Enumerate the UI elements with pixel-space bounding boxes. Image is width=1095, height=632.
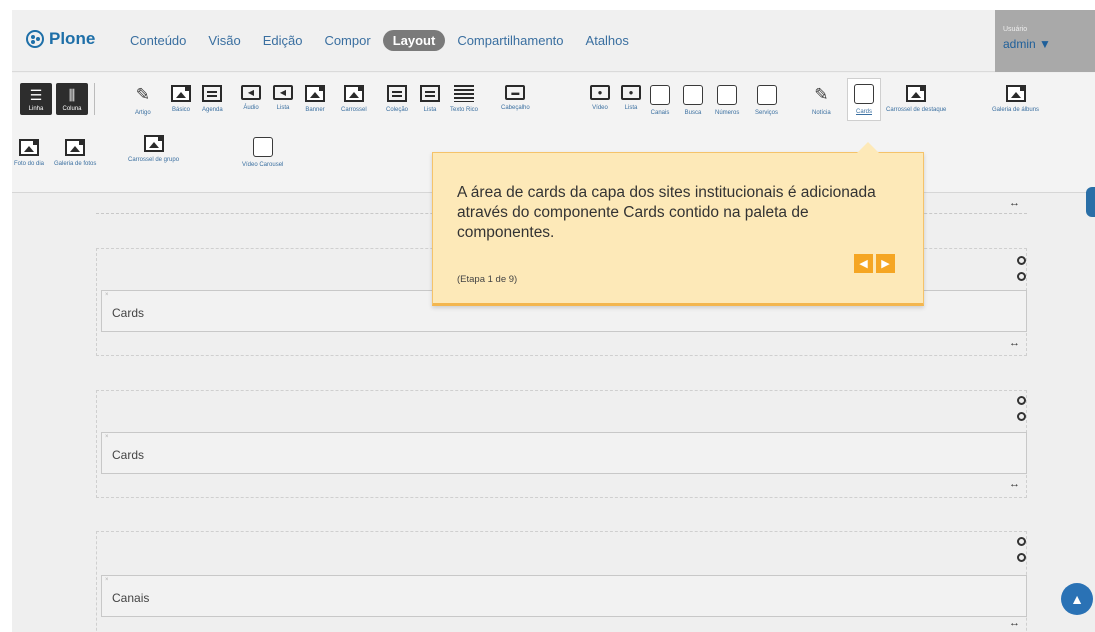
list-icon [420, 85, 440, 102]
move-handle-icon[interactable]: ↔ [1009, 197, 1020, 209]
tile-servicos[interactable]: Serviços [755, 85, 778, 116]
video-icon: ● [590, 85, 610, 100]
tile-galeria-fotos[interactable]: Galeria de fotos [54, 139, 96, 167]
tile-noticia[interactable]: ✎ Notícia [812, 85, 831, 116]
search-icon [683, 85, 703, 105]
user-name[interactable]: admin ▼ [1003, 37, 1051, 51]
tile-carrossel-destaque[interactable]: Carrossel de destaque [886, 85, 946, 113]
main-menu: Conteúdo Visão Edição Compor Layout Comp… [120, 30, 641, 51]
user-menu[interactable]: Usuário admin ▼ [995, 10, 1095, 72]
move-handle-icon[interactable]: ↔ [1009, 617, 1020, 629]
audio-icon: ◀ [241, 85, 261, 100]
numbers-icon [717, 85, 738, 105]
row-settings-icon[interactable] [1017, 256, 1026, 265]
column-settings-icon[interactable] [1017, 412, 1026, 421]
tile-cabecalho[interactable]: ▬ Cabeçalho [501, 85, 530, 111]
menu-item-compor[interactable]: Compor [314, 30, 380, 51]
side-panel-handle[interactable] [1086, 187, 1095, 217]
video-list-icon: ● [621, 85, 641, 100]
columns-icon: ⫼ Coluna [56, 83, 88, 115]
tile-colecao[interactable]: Coleção [386, 85, 408, 113]
tile-lista-audio[interactable]: ◀ Lista [273, 85, 293, 111]
menu-item-edicao[interactable]: Edição [253, 30, 313, 51]
tile-video[interactable]: ● Vídeo [590, 85, 610, 111]
tile-audio[interactable]: ◀ Áudio [241, 85, 261, 111]
news-icon: ✎ [814, 85, 829, 104]
carousel-icon [343, 85, 364, 102]
menu-item-compartilhamento[interactable]: Compartilhamento [447, 30, 573, 51]
move-handle-icon[interactable]: ↔ [1009, 337, 1020, 349]
tile-galeria-albuns[interactable]: Galeria de álbuns [992, 85, 1039, 113]
tile-basico[interactable]: Básico [171, 85, 191, 113]
layout-column-tool[interactable]: ⫼ Coluna [56, 83, 88, 115]
services-icon [756, 85, 777, 105]
article-icon: ✎ [135, 85, 150, 104]
rich-text-icon [454, 85, 474, 102]
tile-block[interactable]: × Cards [101, 432, 1027, 474]
menu-item-layout[interactable]: Layout [382, 30, 446, 51]
tile-banner[interactable]: Banner [305, 85, 325, 113]
calendar-icon [202, 85, 223, 102]
plone-logo-icon [26, 30, 44, 48]
album-gallery-icon [1005, 85, 1026, 102]
audio-list-icon: ◀ [273, 85, 293, 100]
cards-icon [854, 84, 874, 104]
palette-divider [94, 83, 95, 115]
tile-numeros[interactable]: Números [715, 85, 739, 116]
group-carousel-icon [143, 135, 164, 152]
video-carousel-icon [252, 137, 273, 157]
gallery-icon [65, 139, 86, 156]
tile-cards[interactable]: Cards [848, 79, 880, 120]
app-frame: Plone Conteúdo Visão Edição Compor Layou… [12, 10, 1095, 632]
tile-title: Cards [112, 306, 145, 320]
tile-title: Canais [112, 591, 150, 605]
header-icon: ▬ [505, 85, 526, 100]
image-icon [171, 85, 191, 102]
tile-foto-do-dia[interactable]: Foto do dia [14, 139, 44, 167]
column-settings-icon[interactable] [1017, 272, 1026, 281]
tooltip-step: (Etapa 1 de 9) [457, 274, 518, 285]
row-settings-icon[interactable] [1017, 537, 1026, 546]
tile-busca[interactable]: Busca [683, 85, 703, 116]
move-handle-icon[interactable]: ↔ [1009, 478, 1020, 490]
tile-carrossel[interactable]: Carrossel [341, 85, 367, 113]
row-settings-icon[interactable] [1017, 396, 1026, 405]
user-label: Usuário [1003, 26, 1028, 33]
featured-carousel-icon [906, 85, 927, 102]
brand-name: Plone [49, 29, 96, 48]
tooltip-prev-button[interactable]: ◀ [854, 254, 873, 273]
tile-agenda[interactable]: Agenda [202, 85, 223, 113]
photo-icon [19, 139, 40, 156]
tour-tooltip: A área de cards da capa dos sites instit… [432, 142, 924, 306]
tile-video-carousel[interactable]: Vídeo Carousel [242, 137, 283, 168]
tile-lista[interactable]: Lista [420, 85, 440, 113]
tile-lista-video[interactable]: ● Lista [621, 85, 641, 111]
tile-canais[interactable]: Canais [650, 85, 670, 116]
scroll-to-top-button[interactable]: ▲ [1061, 583, 1093, 615]
tile-block[interactable]: × Canais [101, 575, 1027, 617]
chevron-up-icon: ▲ [1070, 591, 1084, 607]
tile-carrossel-grupo[interactable]: Carrossel de grupo [128, 135, 179, 163]
tooltip-text: A área de cards da capa dos sites instit… [457, 184, 876, 241]
layout-row-tool[interactable]: ☰ Linha [20, 83, 52, 115]
toolbar: Plone Conteúdo Visão Edição Compor Layou… [12, 10, 995, 72]
menu-item-atalhos[interactable]: Atalhos [576, 30, 639, 51]
tile-title: Cards [112, 448, 145, 462]
rows-icon: ☰ Linha [20, 83, 52, 115]
banner-icon [305, 85, 325, 102]
plone-logo[interactable]: Plone [26, 29, 95, 49]
collection-icon [387, 85, 407, 102]
column-settings-icon[interactable] [1017, 553, 1026, 562]
tile-artigo[interactable]: ✎ Artigo [135, 85, 151, 116]
tile-texto-rico[interactable]: Texto Rico [450, 85, 478, 113]
menu-item-visao[interactable]: Visão [198, 30, 250, 51]
menu-item-conteudo[interactable]: Conteúdo [120, 30, 196, 51]
channels-icon [650, 85, 670, 105]
tooltip-next-button[interactable]: ▶ [876, 254, 895, 273]
